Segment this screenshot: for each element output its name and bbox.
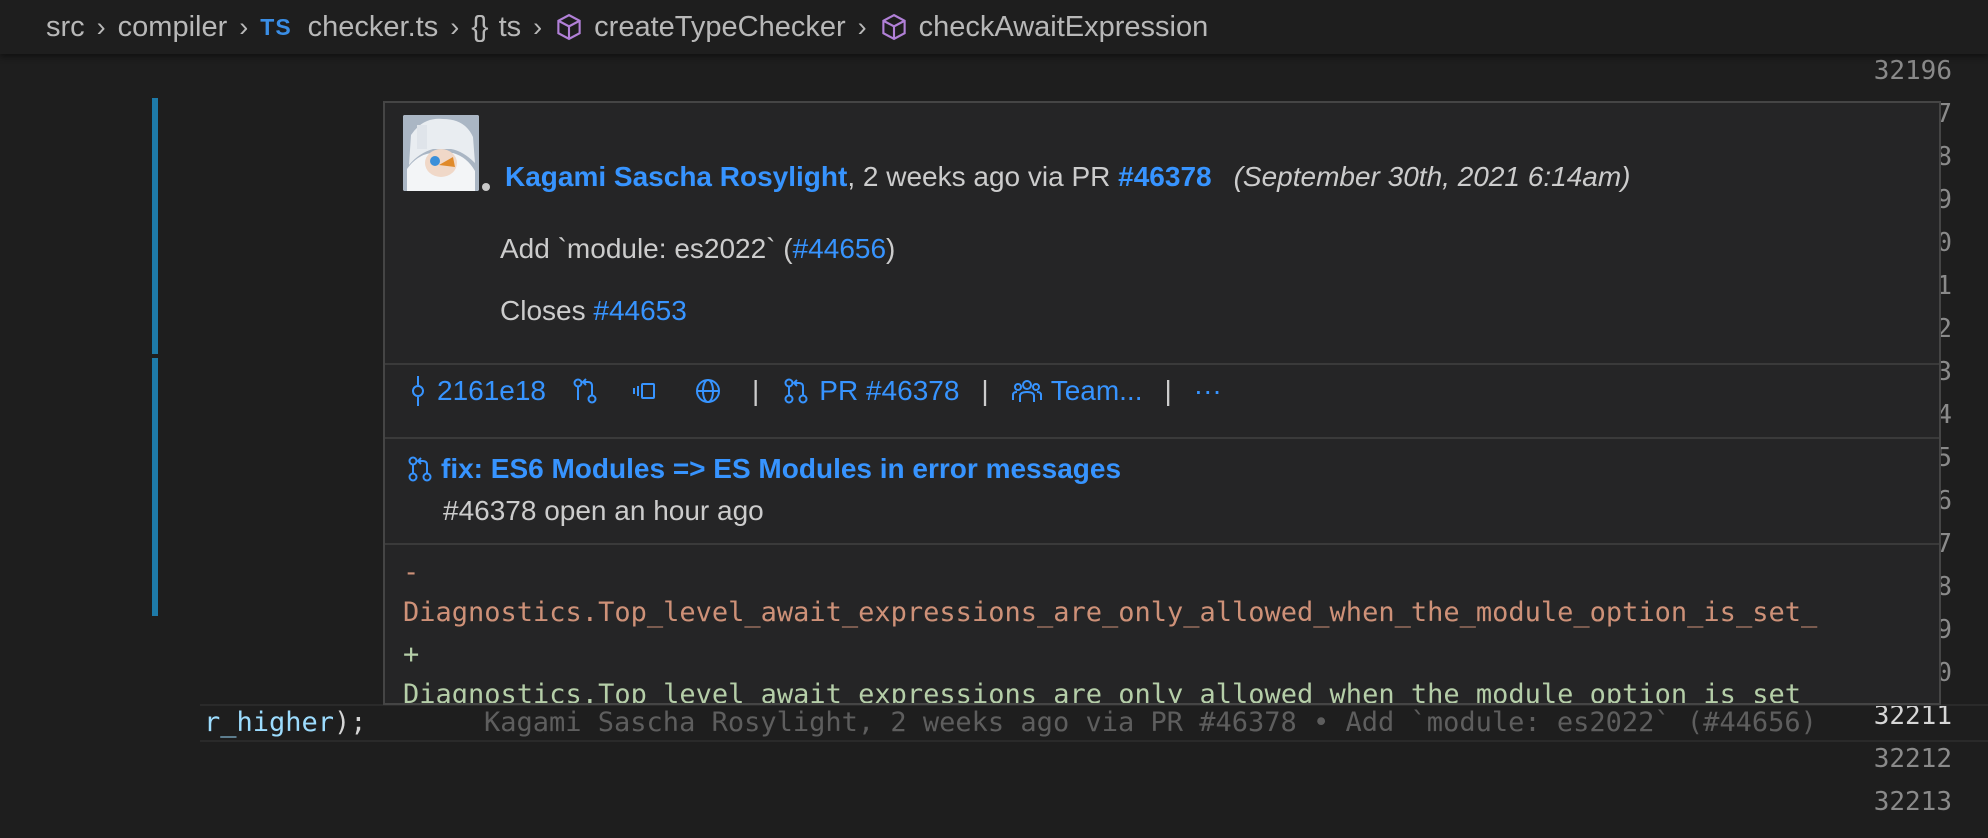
commit-message: Add `module: es2022` (#44656)	[500, 233, 895, 265]
pull-request-link[interactable]: PR #46378	[781, 375, 959, 407]
separator: |	[1164, 375, 1172, 406]
divider	[385, 437, 1939, 439]
breadcrumb-label: createTypeChecker	[594, 10, 846, 43]
closes-label: Closes	[500, 295, 594, 326]
line-number: 32213	[1873, 787, 1952, 817]
open-on-remote-button[interactable]	[694, 377, 730, 405]
diff-added-line: Diagnostics.Top_level_await_expressions_…	[403, 679, 1818, 705]
chevron-right-icon: ›	[96, 11, 106, 42]
commit-sha: 2161e18	[437, 375, 547, 406]
breadcrumb-checker-file[interactable]: TS checker.ts	[260, 11, 438, 44]
show-commit-icon	[633, 383, 656, 399]
pull-request-status: #46378 open an hour ago	[443, 495, 764, 526]
code-identifier: r_higher	[204, 707, 335, 738]
commit-date: (September 30th, 2021 6:14am)	[1233, 161, 1631, 192]
author-link[interactable]: Kagami Sascha Rosylight	[505, 161, 847, 192]
namespace-braces-icon: {}	[471, 10, 488, 43]
author-avatar[interactable]	[403, 115, 479, 191]
line-number: 32196	[1873, 56, 1952, 86]
breadcrumb-src[interactable]: src	[46, 11, 85, 44]
breadcrumb-label: src	[46, 10, 85, 43]
method-cube-icon	[881, 13, 906, 41]
separator: |	[752, 375, 760, 406]
diff-removed-line: Diagnostics.Top_level_await_expressions_…	[403, 597, 1818, 628]
pull-request-icon	[408, 456, 432, 482]
show-commit-button[interactable]	[632, 376, 670, 406]
typescript-file-icon: TS	[260, 13, 292, 40]
compare-changes-icon	[573, 378, 597, 404]
pull-request-title: fix: ES6 Modules => ES Modules in error …	[441, 453, 1122, 484]
globe-icon	[696, 379, 721, 403]
breadcrumb-label: compiler	[117, 10, 228, 43]
git-change-indicator[interactable]	[152, 358, 158, 616]
chevron-right-icon: ›	[857, 11, 867, 42]
diff-added-marker: +	[403, 639, 420, 670]
breadcrumb-check-await-expression[interactable]: checkAwaitExpression	[879, 10, 1209, 44]
pull-request-icon	[784, 378, 808, 404]
code-line[interactable]: r_higher);	[204, 704, 367, 742]
breadcrumb-label: checker.ts	[307, 10, 439, 43]
git-change-indicator[interactable]	[152, 98, 158, 354]
breadcrumb-namespace-ts[interactable]: {} ts	[471, 11, 521, 44]
pull-request-label: PR #46378	[819, 375, 960, 406]
commit-message-text: Add `module: es2022` (	[500, 233, 793, 264]
status-dot	[482, 183, 490, 191]
pr-link[interactable]: #46378	[1118, 161, 1211, 192]
team-link[interactable]: Team...	[1011, 375, 1143, 407]
method-cube-icon	[557, 13, 581, 41]
commit-header: Kagami Sascha Rosylight, 2 weeks ago via…	[505, 161, 1631, 193]
commit-message-text: )	[886, 233, 896, 264]
breadcrumb-create-type-checker[interactable]: createTypeChecker	[554, 10, 846, 44]
compare-changes-button[interactable]	[570, 376, 608, 406]
breadcrumb-label: ts	[498, 10, 522, 43]
commit-closes: Closes #44653	[500, 295, 687, 327]
inline-blame-annotation[interactable]: Kagami Sascha Rosylight, 2 weeks ago via…	[484, 704, 1817, 742]
closes-issue-link[interactable]: #44653	[593, 295, 686, 326]
chevron-right-icon: ›	[533, 11, 543, 42]
diff-removed-marker: -	[403, 557, 420, 588]
line-number: 32212	[1873, 744, 1952, 774]
issue-link[interactable]: #44656	[793, 233, 886, 264]
commit-sha-link[interactable]: 2161e18	[407, 375, 546, 407]
divider	[385, 543, 1939, 545]
code-punctuation: );	[334, 707, 367, 738]
commit-actions-bar: 2161e18 | PR #46378 | Team... | ···	[407, 371, 1222, 411]
commit-when: , 2 weeks ago via PR	[847, 161, 1119, 192]
separator: |	[981, 375, 989, 406]
avatar-image	[403, 115, 479, 191]
breadcrumb: src › compiler › TS checker.ts › {} ts ›…	[0, 0, 1988, 54]
team-label: Team...	[1050, 375, 1143, 406]
divider	[385, 363, 1939, 365]
pull-request-title-link[interactable]: fix: ES6 Modules => ES Modules in error …	[405, 453, 1121, 485]
team-icon	[1011, 380, 1042, 402]
more-actions-button[interactable]: ···	[1194, 375, 1222, 407]
breadcrumb-label: checkAwaitExpression	[918, 10, 1209, 43]
ellipsis-icon: ···	[1193, 375, 1222, 406]
git-commit-icon	[412, 376, 424, 406]
blame-hover-popup: Kagami Sascha Rosylight, 2 weeks ago via…	[383, 101, 1941, 705]
chevron-right-icon: ›	[450, 11, 460, 42]
breadcrumb-compiler[interactable]: compiler	[118, 11, 228, 44]
chevron-right-icon: ›	[239, 11, 249, 42]
